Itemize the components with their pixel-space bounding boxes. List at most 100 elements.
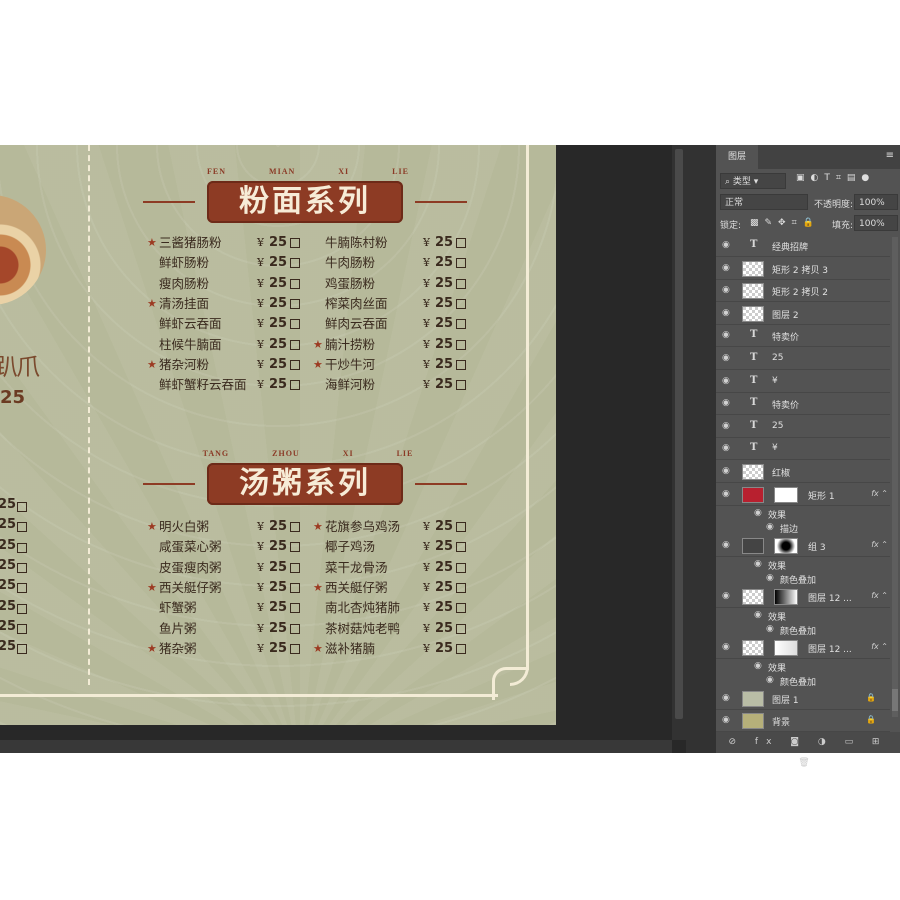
visibility-eye-icon[interactable]: ◉ [722,421,730,431]
layer-row[interactable]: ◉ 组 3 fx ⌃ [716,535,890,557]
visibility-eye-icon[interactable]: ◉ [722,540,730,550]
effect-row[interactable]: ◉ 颜色叠加 [716,622,890,637]
checkbox-square [290,542,300,553]
menu-item-name: 鲜肉云吞面 [325,316,388,332]
panel-scrollbar[interactable] [892,237,898,717]
checkbox-square [17,644,27,655]
effects-row[interactable]: ◉ 效果 [716,608,890,623]
layer-row[interactable]: ◉ 背景 🔒 [716,710,890,733]
menu-item-price: 25 [435,519,454,534]
visibility-eye-icon[interactable]: ◉ [722,591,730,601]
layer-row[interactable]: ◉ T 25 [716,348,890,370]
visibility-eye-icon[interactable]: ◉ [754,508,762,518]
visibility-eye-icon[interactable]: ◉ [754,559,762,569]
layer-row[interactable]: ◉ T 经典招牌 [716,235,890,257]
menu-item-price: 25 [435,579,454,595]
blend-mode-select[interactable]: 正常 [720,194,808,210]
scroll-thumb[interactable] [675,149,683,719]
visibility-eye-icon[interactable]: ◉ [722,308,730,318]
opacity-label: 不透明度: [814,200,854,210]
visibility-eye-icon[interactable]: ◉ [766,573,774,583]
menu-item-price: 25 [269,519,288,534]
layer-thumbnail [742,639,764,656]
lock-icons[interactable]: ▩✎✥⌗🔒 [750,218,820,228]
tab-layers[interactable]: 图层 [716,145,758,169]
visibility-eye-icon[interactable]: ◉ [722,240,730,250]
menu-item-name: 猪杂河粉 [159,356,210,372]
effect-row[interactable]: ◉ 描边 [716,520,890,535]
fx-icon[interactable]: fx ⌃ [871,540,888,549]
visibility-eye-icon[interactable]: ◉ [722,398,730,408]
checkbox-square [456,380,466,391]
visibility-eye-icon[interactable]: ◉ [754,610,762,620]
opacity-input[interactable]: 100% [854,194,898,210]
visibility-eye-icon[interactable]: ◉ [722,330,730,340]
visibility-eye-icon[interactable]: ◉ [722,263,730,273]
effects-row[interactable]: ◉ 效果 [716,557,890,572]
layer-row[interactable]: ◉ 矩形 1 fx ⌃ [716,484,890,506]
visibility-eye-icon[interactable]: ◉ [766,522,774,532]
canvas-horizontal-scrollbar[interactable] [0,740,672,753]
visibility-eye-icon[interactable]: ◉ [722,693,730,703]
visibility-eye-icon[interactable]: ◉ [754,661,762,671]
visibility-eye-icon[interactable]: ◉ [766,624,774,634]
visibility-eye-icon[interactable]: ◉ [722,353,730,363]
filter-icons[interactable]: ▣◐T⌗▤● [796,173,875,183]
title-rule-right [415,483,467,485]
yen-symbol: ¥ [257,601,264,615]
fill-value: 100% [859,219,885,229]
visibility-eye-icon[interactable]: ◉ [722,715,730,725]
visibility-eye-icon[interactable]: ◉ [722,489,730,499]
menu-item-price: 25 [269,579,288,595]
layer-row[interactable]: ◉ 图层 12 ... fx ⌃ [716,637,890,659]
visibility-eye-icon[interactable]: ◉ [722,642,730,652]
porridge-pinyin: TANG ZHOU XI LIE [202,449,414,458]
visibility-eye-icon[interactable]: ◉ [722,443,730,453]
effects-row[interactable]: ◉ 效果 [716,659,890,674]
fx-icon[interactable]: fx ⌃ [871,489,888,498]
fill-input[interactable]: 100% [854,215,898,231]
layer-row[interactable]: ◉ T ¥ [716,371,890,393]
star-icon: ★ [313,357,323,371]
effect-row[interactable]: ◉ 颜色叠加 [716,571,890,586]
menu-canvas[interactable]: 趴爪 25 FEN MIAN XI LIE 粉面系列 ★ 三酱猪肠粉 ¥25 鲜虾肠粉… [0,145,556,725]
visibility-eye-icon[interactable]: ◉ [766,675,774,685]
filter-kind-select[interactable]: ⌕ 类型 ▾ [720,173,786,189]
panel-menu-icon[interactable]: ≡ [886,150,894,161]
layer-row[interactable]: ◉ T 25 [716,416,890,438]
visibility-eye-icon[interactable]: ◉ [722,376,730,386]
title-rule-right [415,201,467,203]
checkbox-square [17,522,27,533]
fx-icon[interactable]: fx ⌃ [871,591,888,600]
canvas-vertical-scrollbar[interactable] [672,145,686,740]
layer-row[interactable]: ◉ 图层 2 [716,303,890,325]
fx-icon[interactable]: fx ⌃ [871,642,888,651]
menu-item-name: 海鲜河粉 [325,377,376,393]
yen-symbol: ¥ [257,357,264,371]
layer-row[interactable]: ◉ T ¥ [716,438,890,461]
text-layer-icon: T [750,329,758,341]
layer-row[interactable]: ◉ 图层 1 🔒 [716,688,890,710]
checkbox-square [290,522,300,532]
visibility-eye-icon[interactable]: ◉ [722,285,730,295]
layer-row[interactable]: ◉ 矩形 2 拷贝 2 [716,280,890,303]
porridge-title: 汤粥系列 [239,466,371,501]
effect-name: 颜色叠加 [780,677,817,688]
panel-scroll-thumb[interactable] [892,689,898,711]
layer-row[interactable]: ◉ 矩形 2 拷贝 3 [716,258,890,280]
yen-symbol: ¥ [423,621,430,635]
effects-row[interactable]: ◉ 效果 [716,506,890,521]
visibility-eye-icon[interactable]: ◉ [722,466,730,476]
layer-row[interactable]: ◉ T 特卖价 [716,393,890,416]
layer-row[interactable]: ◉ 图层 12 ... fx ⌃ [716,586,890,608]
star-icon: ★ [313,520,323,533]
yen-symbol: ¥ [423,357,430,371]
panel-footer-icons[interactable]: ⊘ fx ◙ ◑ ▭ ⊞ 🗑 [716,732,900,768]
yen-symbol: ¥ [423,641,430,655]
layer-mask-thumbnail [774,639,798,656]
effect-row[interactable]: ◉ 颜色叠加 [716,673,890,688]
layer-row[interactable]: ◉ 红椒 [716,461,890,483]
left-price: 25 [0,537,17,553]
layer-name: 经典招牌 [772,243,809,253]
layer-row[interactable]: ◉ T 特卖价 [716,325,890,348]
